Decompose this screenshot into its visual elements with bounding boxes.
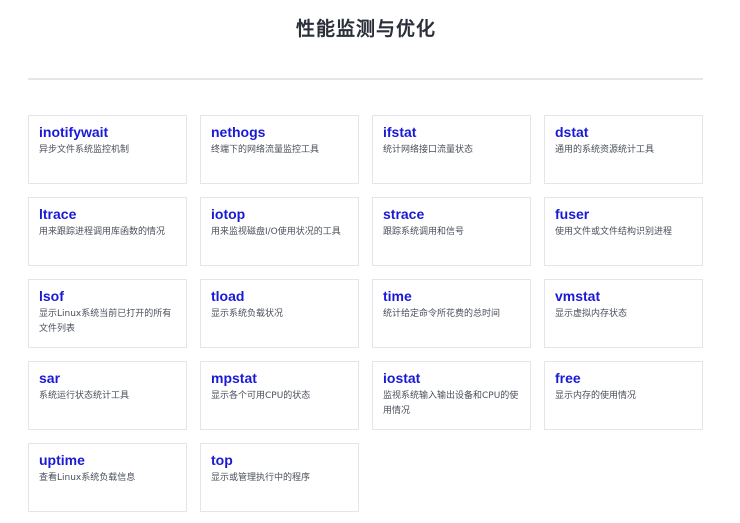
tool-card-time[interactable]: time 统计给定命令所花费的总时间 (372, 279, 531, 348)
tool-name-link[interactable]: lsof (39, 288, 176, 304)
tool-name-link[interactable]: nethogs (211, 124, 348, 140)
tool-card-nethogs[interactable]: nethogs 终端下的网络流量监控工具 (200, 115, 359, 184)
tool-description: 终端下的网络流量监控工具 (211, 145, 320, 155)
tool-card-ifstat[interactable]: ifstat 统计网络接口流量状态 (372, 115, 531, 184)
tool-description: 统计给定命令所花费的总时间 (383, 309, 501, 319)
tool-name-link[interactable]: iostat (383, 370, 520, 386)
tool-card-vmstat[interactable]: vmstat 显示虚拟内存状态 (544, 279, 703, 348)
tool-description: 显示各个可用CPU的状态 (211, 391, 311, 401)
tool-card-free[interactable]: free 显示内存的使用情况 (544, 361, 703, 430)
tool-name-link[interactable]: inotifywait (39, 124, 176, 140)
tool-name-link[interactable]: fuser (555, 206, 692, 222)
tool-card-sar[interactable]: sar 系统运行状态统计工具 (28, 361, 187, 430)
tool-description: 显示Linux系统当前已打开的所有文件列表 (39, 309, 172, 334)
tool-card-top[interactable]: top 显示或管理执行中的程序 (200, 443, 359, 512)
tool-description: 使用文件或文件结构识别进程 (555, 227, 673, 237)
tool-name-link[interactable]: dstat (555, 124, 692, 140)
tool-card-tload[interactable]: tload 显示系统负载状况 (200, 279, 359, 348)
tool-name-link[interactable]: sar (39, 370, 176, 386)
tool-card-lsof[interactable]: lsof 显示Linux系统当前已打开的所有文件列表 (28, 279, 187, 348)
tool-card-iostat[interactable]: iostat 监视系统输入输出设备和CPU的使用情况 (372, 361, 531, 430)
tool-card-uptime[interactable]: uptime 查看Linux系统负载信息 (28, 443, 187, 512)
tool-card-mpstat[interactable]: mpstat 显示各个可用CPU的状态 (200, 361, 359, 430)
tool-card-inotifywait[interactable]: inotifywait 异步文件系统监控机制 (28, 115, 187, 184)
tool-name-link[interactable]: ifstat (383, 124, 520, 140)
tool-name-link[interactable]: strace (383, 206, 520, 222)
tool-description: 监视系统输入输出设备和CPU的使用情况 (383, 391, 519, 416)
tool-name-link[interactable]: uptime (39, 452, 176, 468)
title-divider (28, 78, 703, 80)
tool-description: 用来跟踪进程调用库函数的情况 (39, 227, 166, 237)
tool-card-dstat[interactable]: dstat 通用的系统资源统计工具 (544, 115, 703, 184)
tool-description: 跟踪系统调用和信号 (383, 227, 465, 237)
tool-description: 统计网络接口流量状态 (383, 145, 474, 155)
tool-description: 显示或管理执行中的程序 (211, 473, 311, 483)
tool-name-link[interactable]: iotop (211, 206, 348, 222)
tool-name-link[interactable]: vmstat (555, 288, 692, 304)
tool-name-link[interactable]: free (555, 370, 692, 386)
page-title: 性能监测与优化 (295, 18, 436, 40)
tool-description: 显示系统负载状况 (211, 309, 284, 319)
tool-card-iotop[interactable]: iotop 用来监视磁盘I/O使用状况的工具 (200, 197, 359, 266)
tool-name-link[interactable]: tload (211, 288, 348, 304)
tool-description: 通用的系统资源统计工具 (555, 145, 655, 155)
tool-grid: inotifywait 异步文件系统监控机制 nethogs 终端下的网络流量监… (28, 115, 703, 512)
tool-description: 用来监视磁盘I/O使用状况的工具 (211, 227, 341, 237)
tool-card-ltrace[interactable]: ltrace 用来跟踪进程调用库函数的情况 (28, 197, 187, 266)
tool-description: 显示虚拟内存状态 (555, 309, 628, 319)
tool-description: 显示内存的使用情况 (555, 391, 637, 401)
tool-card-fuser[interactable]: fuser 使用文件或文件结构识别进程 (544, 197, 703, 266)
tool-name-link[interactable]: top (211, 452, 348, 468)
tool-name-link[interactable]: mpstat (211, 370, 348, 386)
tool-card-strace[interactable]: strace 跟踪系统调用和信号 (372, 197, 531, 266)
tool-description: 异步文件系统监控机制 (39, 145, 130, 155)
tool-name-link[interactable]: ltrace (39, 206, 176, 222)
tool-description: 系统运行状态统计工具 (39, 391, 130, 401)
tool-description: 查看Linux系统负载信息 (39, 473, 136, 483)
tool-name-link[interactable]: time (383, 288, 520, 304)
